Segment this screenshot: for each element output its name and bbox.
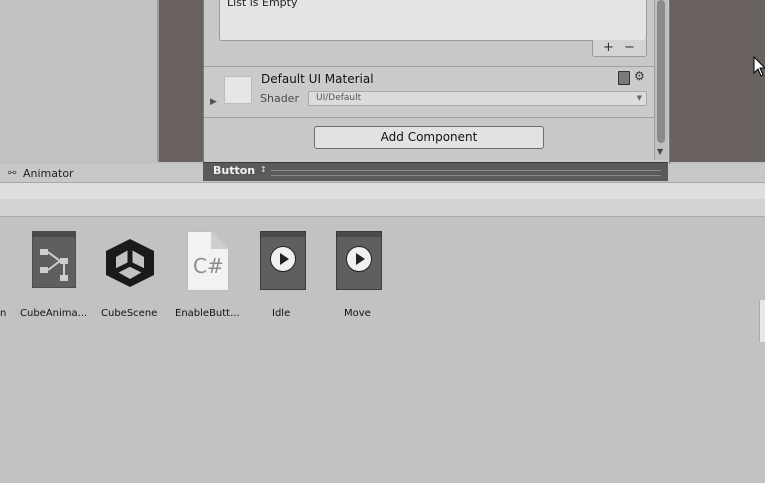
asset-item[interactable]: C# EnableButt... bbox=[175, 231, 257, 319]
tab-strip-filler bbox=[668, 164, 765, 182]
asset-item[interactable]: Move bbox=[336, 231, 406, 319]
divider bbox=[204, 117, 654, 118]
inspector-scrollbar[interactable]: ▼ bbox=[654, 0, 668, 160]
gear-icon[interactable]: ⚙ bbox=[634, 69, 645, 83]
component-title: Button bbox=[213, 164, 256, 177]
asset-label: CubeAnima... bbox=[20, 308, 88, 319]
add-item-button[interactable]: + bbox=[603, 40, 614, 56]
asset-item[interactable]: Idle bbox=[260, 231, 330, 319]
animator-icon: ⚯ bbox=[8, 168, 17, 179]
onclick-list: List is Empty bbox=[219, 0, 647, 41]
unity-scene-icon bbox=[106, 239, 154, 287]
list-footer: + − bbox=[592, 40, 647, 57]
animator-controller-icon bbox=[32, 231, 76, 288]
shader-dropdown[interactable]: UI/Default ▼ bbox=[308, 91, 647, 106]
hierarchy-panel bbox=[0, 0, 159, 162]
toolbar bbox=[0, 182, 765, 200]
asset-item[interactable]: CubeScene bbox=[101, 231, 172, 319]
help-book-icon[interactable] bbox=[618, 71, 630, 85]
project-assets-grid: n CubeAnima... CubeScene C# EnableButt..… bbox=[0, 217, 765, 483]
scrollbar-edge[interactable] bbox=[759, 300, 765, 342]
dropdown-caret-icon: ▼ bbox=[636, 94, 642, 102]
remove-item-button[interactable]: − bbox=[624, 40, 635, 56]
material-name: Default UI Material bbox=[261, 72, 374, 86]
animation-clip-icon bbox=[336, 231, 382, 290]
csharp-script-icon: C# bbox=[187, 231, 229, 291]
shader-label: Shader bbox=[260, 92, 299, 105]
shader-value: UI/Default bbox=[316, 93, 362, 103]
mouse-cursor-icon bbox=[753, 56, 765, 77]
grip-handle[interactable] bbox=[271, 170, 661, 176]
asset-item[interactable]: CubeAnima... bbox=[20, 231, 102, 319]
expand-arrow-icon[interactable]: ▶ bbox=[210, 97, 217, 107]
material-thumbnail bbox=[224, 76, 252, 104]
tab-title: Animator bbox=[23, 167, 74, 180]
material-section: ▶ Default UI Material Shader UI/Default … bbox=[204, 67, 654, 117]
asset-label: n bbox=[0, 308, 7, 319]
asset-label: EnableButt... bbox=[175, 308, 240, 319]
scroll-thumb[interactable] bbox=[657, 0, 665, 143]
asset-label: Move bbox=[344, 308, 371, 319]
animation-clip-icon bbox=[260, 231, 306, 290]
breadcrumb-bar bbox=[0, 199, 765, 217]
csharp-glyph: C# bbox=[193, 254, 224, 278]
inspector-panel: List is Empty + − ▶ Default UI Material … bbox=[203, 0, 670, 164]
asset-label: CubeScene bbox=[101, 308, 158, 319]
scroll-down-icon[interactable]: ▼ bbox=[657, 147, 663, 156]
drag-title-bar[interactable]: Button ↕ bbox=[203, 162, 668, 181]
list-empty-text: List is Empty bbox=[227, 0, 298, 9]
updown-arrows-icon: ↕ bbox=[260, 165, 267, 174]
animator-tab[interactable]: ⚯ Animator bbox=[0, 164, 203, 182]
add-component-button[interactable]: Add Component bbox=[314, 126, 544, 149]
asset-label: Idle bbox=[272, 308, 291, 319]
